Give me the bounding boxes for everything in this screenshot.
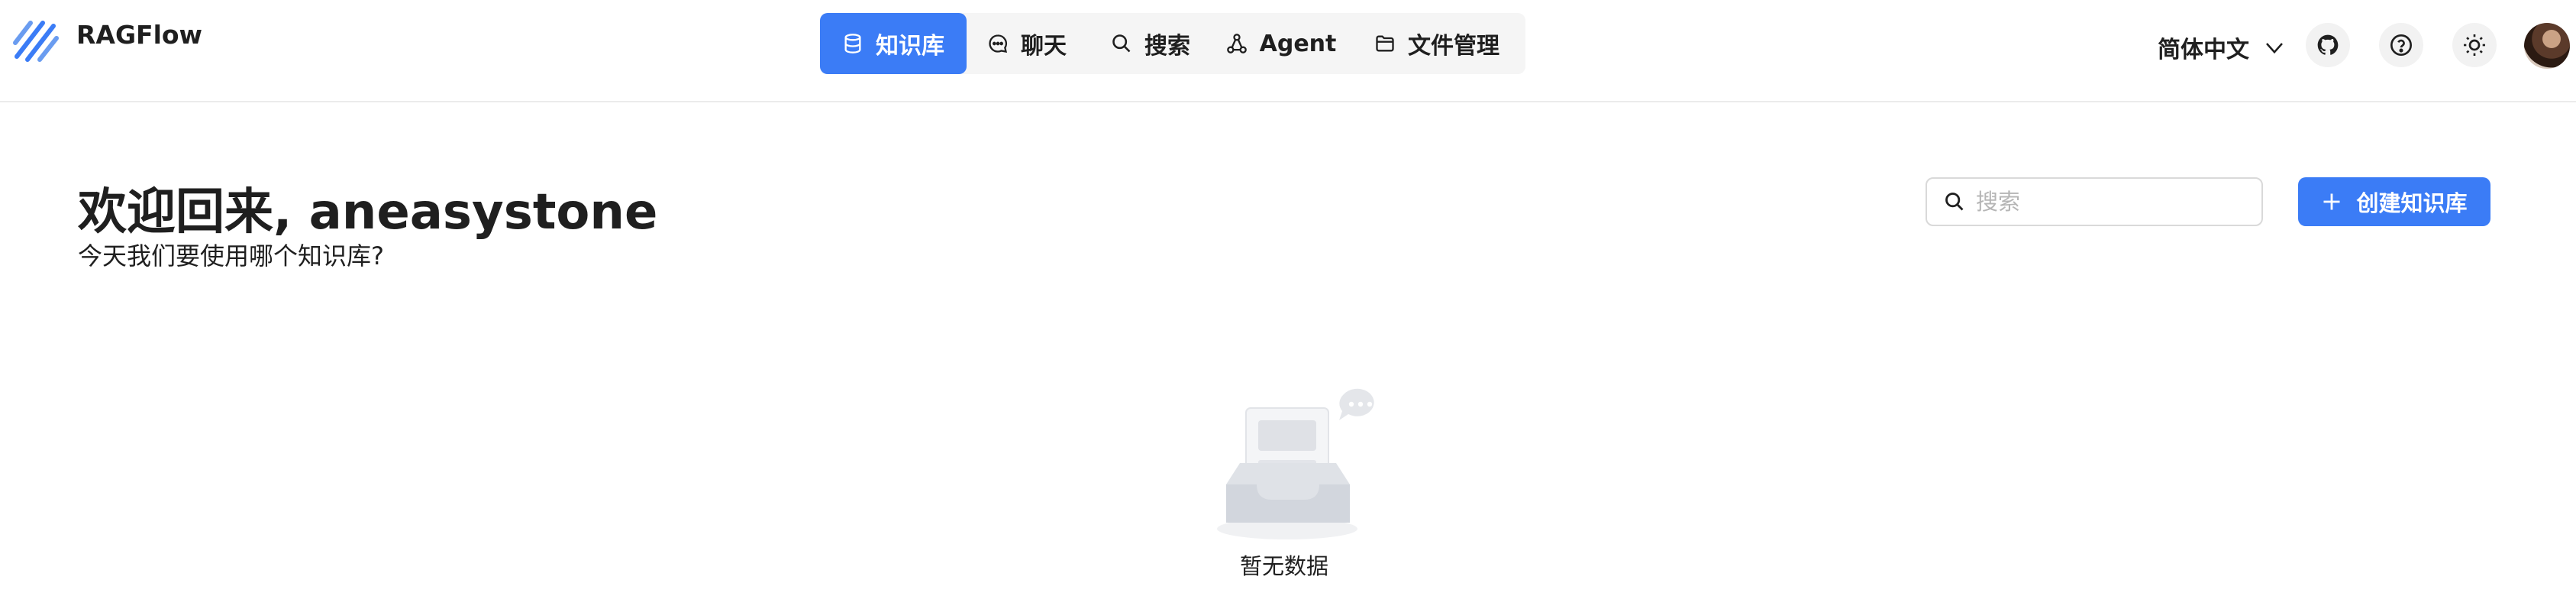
main-nav: 知识库 聊天 搜索 Agent 文件管理	[820, 13, 1525, 74]
language-label: 简体中文	[2158, 37, 2249, 63]
page-subtitle: 今天我们要使用哪个知识库?	[78, 241, 384, 270]
help-icon	[2390, 34, 2412, 56]
chevron-down-icon	[2266, 43, 2283, 54]
search-input[interactable]	[1976, 189, 2251, 215]
chat-icon	[989, 34, 1008, 53]
nav-tab-file-management[interactable]: 文件管理	[1348, 13, 1525, 74]
nav-tab-agent[interactable]: Agent	[1214, 13, 1348, 74]
help-button[interactable]	[2379, 23, 2423, 67]
nav-tab-search[interactable]: 搜索	[1087, 13, 1214, 74]
language-selector[interactable]: 简体中文	[2158, 31, 2286, 64]
github-button[interactable]	[2306, 23, 2350, 67]
top-header: RAGFlow 知识库 聊天 搜索 Agent 文件管理 简体中文	[0, 0, 2576, 102]
folder-icon	[1376, 35, 1394, 52]
create-button-label: 创建知识库	[2356, 190, 2468, 216]
search-box[interactable]	[1926, 177, 2263, 226]
nav-tab-label: Agent	[1259, 30, 1337, 57]
nav-tab-label: 文件管理	[1408, 33, 1499, 60]
plus-icon	[2323, 193, 2340, 210]
search-icon	[1945, 193, 1964, 211]
nav-tab-chat[interactable]: 聊天	[967, 13, 1087, 74]
database-icon	[844, 34, 861, 53]
theme-toggle-button[interactable]	[2452, 23, 2497, 67]
ragflow-logo-icon	[13, 21, 59, 62]
agent-icon	[1226, 34, 1247, 53]
search-icon	[1112, 34, 1131, 53]
create-knowledge-base-button[interactable]: 创建知识库	[2298, 177, 2490, 226]
nav-tab-label: 知识库	[876, 33, 944, 60]
app-name: RAGFlow	[76, 19, 203, 50]
nav-tab-label: 搜索	[1144, 33, 1190, 60]
sun-icon	[2464, 34, 2485, 56]
empty-state-text: 暂无数据	[1239, 553, 1328, 579]
page-title: 欢迎回来, aneasystone	[78, 184, 658, 241]
empty-inbox-icon	[1217, 388, 1374, 539]
nav-tab-label: 聊天	[1021, 33, 1067, 60]
user-avatar[interactable]	[2524, 23, 2570, 69]
app-logo[interactable]: RAGFlow	[9, 12, 202, 66]
nav-tab-knowledge-base[interactable]: 知识库	[820, 13, 967, 74]
github-icon	[2317, 34, 2339, 55]
